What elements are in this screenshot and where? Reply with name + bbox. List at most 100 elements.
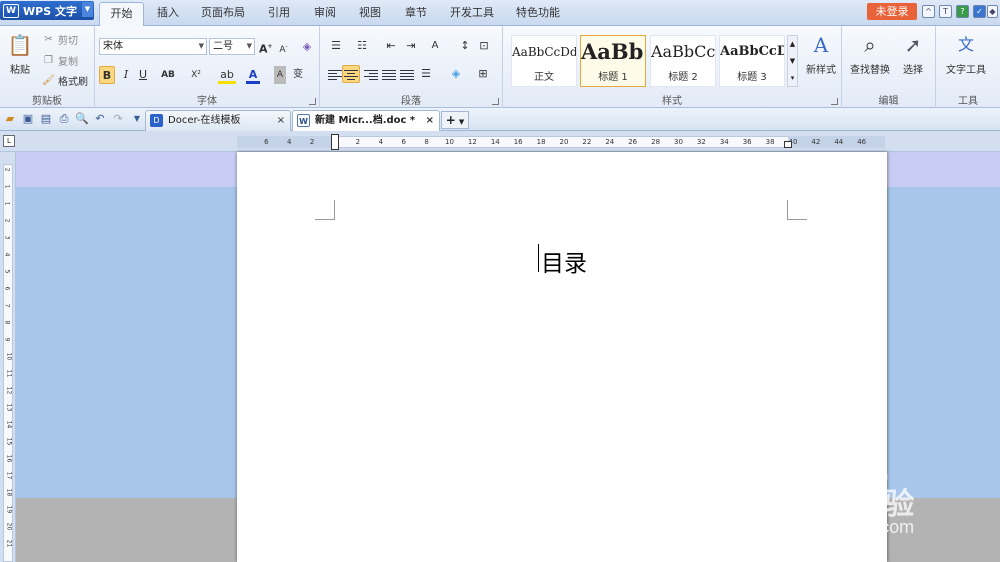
- style-normal[interactable]: AaBbCcDd 正文: [511, 35, 577, 87]
- login-button[interactable]: 未登录: [867, 3, 917, 20]
- ruler-number: 18: [536, 138, 546, 146]
- bold-button[interactable]: B: [99, 66, 115, 84]
- align-left-icon[interactable]: [328, 70, 342, 82]
- font-dialog-launcher[interactable]: [309, 98, 316, 105]
- text-tools-button[interactable]: 文 文字工具: [940, 32, 992, 76]
- shrink-font-icon[interactable]: A-: [277, 38, 290, 56]
- font-group-label: 字体: [197, 96, 217, 107]
- shading-icon[interactable]: ◈: [448, 65, 464, 83]
- justify-icon[interactable]: [382, 70, 396, 82]
- bullet-list-icon[interactable]: ☰: [326, 37, 346, 55]
- new-tab-button[interactable]: + ▼: [441, 111, 469, 129]
- ruler-number: 14: [5, 420, 13, 429]
- horizontal-ruler[interactable]: 6 4 2 2 4 6 8 10 12 14 16 18 20 22 24 26 28 30 32 34 36 38 40 4…: [0, 131, 1000, 152]
- font-family-select[interactable]: 宋体 ▼: [99, 38, 207, 55]
- line-spacing-icon[interactable]: ☰: [418, 65, 434, 83]
- app-menu-button[interactable]: W WPS 文字 ▼: [0, 1, 94, 20]
- tab-special-features[interactable]: 特色功能: [510, 2, 566, 26]
- ruler-number: 26: [628, 138, 638, 146]
- increase-indent-icon[interactable]: ⇥: [403, 37, 419, 55]
- phonetic-guide-icon[interactable]: 变: [290, 66, 306, 84]
- align-right-icon[interactable]: [364, 70, 378, 82]
- scroll-up-icon[interactable]: ▲: [788, 36, 797, 53]
- styles-scroll[interactable]: ▲ ▼ ▾: [787, 35, 798, 87]
- text-direction-icon[interactable]: A: [427, 37, 443, 55]
- feedback-icon[interactable]: ✓: [973, 5, 986, 18]
- tab-home[interactable]: 开始: [99, 2, 144, 26]
- right-indent-marker-icon[interactable]: [784, 141, 792, 148]
- scissors-icon: ✂: [44, 33, 53, 45]
- tab-view[interactable]: 视图: [352, 2, 388, 26]
- minimize-ribbon-icon[interactable]: ^: [922, 5, 935, 18]
- paragraph-dialog-launcher[interactable]: [492, 98, 499, 105]
- settings-icon[interactable]: ◆: [987, 5, 998, 18]
- document-heading[interactable]: 目录: [541, 244, 587, 278]
- style-heading-3[interactable]: AaBbCcDd 标题 3: [719, 35, 785, 87]
- help-icon[interactable]: ?: [956, 5, 969, 18]
- print-preview-icon[interactable]: 🔍: [75, 112, 89, 126]
- scroll-down-icon[interactable]: ▼: [788, 53, 797, 70]
- ruler-number: 30: [674, 138, 683, 146]
- doc-tab-docer[interactable]: D Docer-在线模板 ×: [145, 110, 291, 131]
- undo-icon[interactable]: ↶: [93, 112, 107, 126]
- tab-references[interactable]: 引用: [261, 2, 297, 26]
- numbered-list-icon[interactable]: ☷: [352, 37, 372, 55]
- paste-button[interactable]: 📋 粘贴: [4, 32, 36, 76]
- highlight-color-icon[interactable]: ab: [218, 66, 236, 84]
- chevron-down-icon[interactable]: ▼: [459, 118, 464, 126]
- align-center-icon: [344, 70, 358, 82]
- styles-dialog-launcher[interactable]: [831, 98, 838, 105]
- sort-icon[interactable]: ↕: [458, 37, 472, 55]
- style-heading-2[interactable]: AaBbCc 标题 2: [650, 35, 716, 87]
- align-center-button[interactable]: [342, 65, 360, 83]
- quick-access-bar: ▰ ▣ ▤ ⎙ 🔍 ↶ ↷ ▼ D Docer-在线模板 × W 新建 Micr…: [0, 108, 1000, 132]
- app-menu-dropdown-icon[interactable]: ▼: [82, 2, 93, 17]
- ruler-number: 11: [5, 369, 13, 378]
- ruler-number: 1: [3, 184, 11, 189]
- tab-insert[interactable]: 插入: [150, 2, 186, 26]
- open-folder-icon[interactable]: ▰: [3, 112, 17, 126]
- ruler-number: 8: [424, 138, 429, 146]
- distributed-icon[interactable]: [400, 70, 414, 82]
- paste-icon: 📋: [7, 33, 33, 57]
- editing-group-label: 编辑: [878, 96, 899, 107]
- char-shading-icon[interactable]: A: [274, 66, 286, 84]
- redo-icon[interactable]: ↷: [111, 112, 125, 126]
- tab-chapter[interactable]: 章节: [398, 2, 434, 26]
- styles-more-icon[interactable]: ▾: [788, 70, 797, 87]
- format-painter-button[interactable]: 🖌 格式刷: [42, 73, 88, 89]
- indent-marker-icon[interactable]: [331, 134, 339, 150]
- superscript-button[interactable]: X²: [187, 66, 205, 84]
- doc-tab-new-document[interactable]: W 新建 Micr...档.doc * ×: [292, 110, 440, 132]
- tab-stop-selector-icon[interactable]: L: [3, 135, 15, 147]
- decrease-indent-icon[interactable]: ⇤: [383, 37, 399, 55]
- cut-button[interactable]: ✂ 剪切: [42, 32, 78, 48]
- strikethrough-button[interactable]: AB: [159, 66, 177, 84]
- underline-button[interactable]: U: [136, 66, 150, 84]
- italic-button[interactable]: I: [119, 66, 133, 84]
- save-icon[interactable]: ▣: [21, 112, 35, 126]
- tab-developer[interactable]: 开发工具: [444, 2, 500, 26]
- customize-toolbar-icon[interactable]: ▼: [130, 112, 144, 126]
- tab-review[interactable]: 审阅: [307, 2, 343, 26]
- close-icon[interactable]: ×: [277, 111, 285, 130]
- select-button[interactable]: ➚ 选择: [896, 32, 930, 76]
- clear-format-icon[interactable]: ◈: [299, 38, 315, 56]
- find-replace-button[interactable]: ⌕ 查找替换: [848, 32, 892, 76]
- export-pdf-icon[interactable]: ▤: [39, 112, 53, 126]
- tab-page-layout[interactable]: 页面布局: [197, 2, 249, 26]
- show-marks-icon[interactable]: ⊡: [477, 37, 491, 55]
- print-icon[interactable]: ⎙: [57, 112, 71, 126]
- borders-icon[interactable]: ⊞: [475, 65, 491, 83]
- copy-button[interactable]: ❐ 复制: [42, 53, 78, 69]
- vertical-ruler[interactable]: 2 1 1 2 3 4 5 6 7 8 9 10 11 12 13 14 15 16 17 18 19 20 21: [0, 152, 16, 562]
- style-heading-1[interactable]: AaBb( 标题 1: [580, 35, 646, 87]
- skin-icon[interactable]: T: [939, 5, 952, 18]
- grow-font-icon[interactable]: A+: [259, 38, 273, 56]
- font-color-icon[interactable]: A: [246, 66, 260, 84]
- ruler-number: 8: [3, 320, 11, 325]
- ruler-number: 24: [605, 138, 615, 146]
- close-icon[interactable]: ×: [426, 111, 434, 130]
- new-style-button[interactable]: A 新样式: [801, 32, 841, 76]
- font-size-select[interactable]: 二号 ▼: [209, 38, 255, 55]
